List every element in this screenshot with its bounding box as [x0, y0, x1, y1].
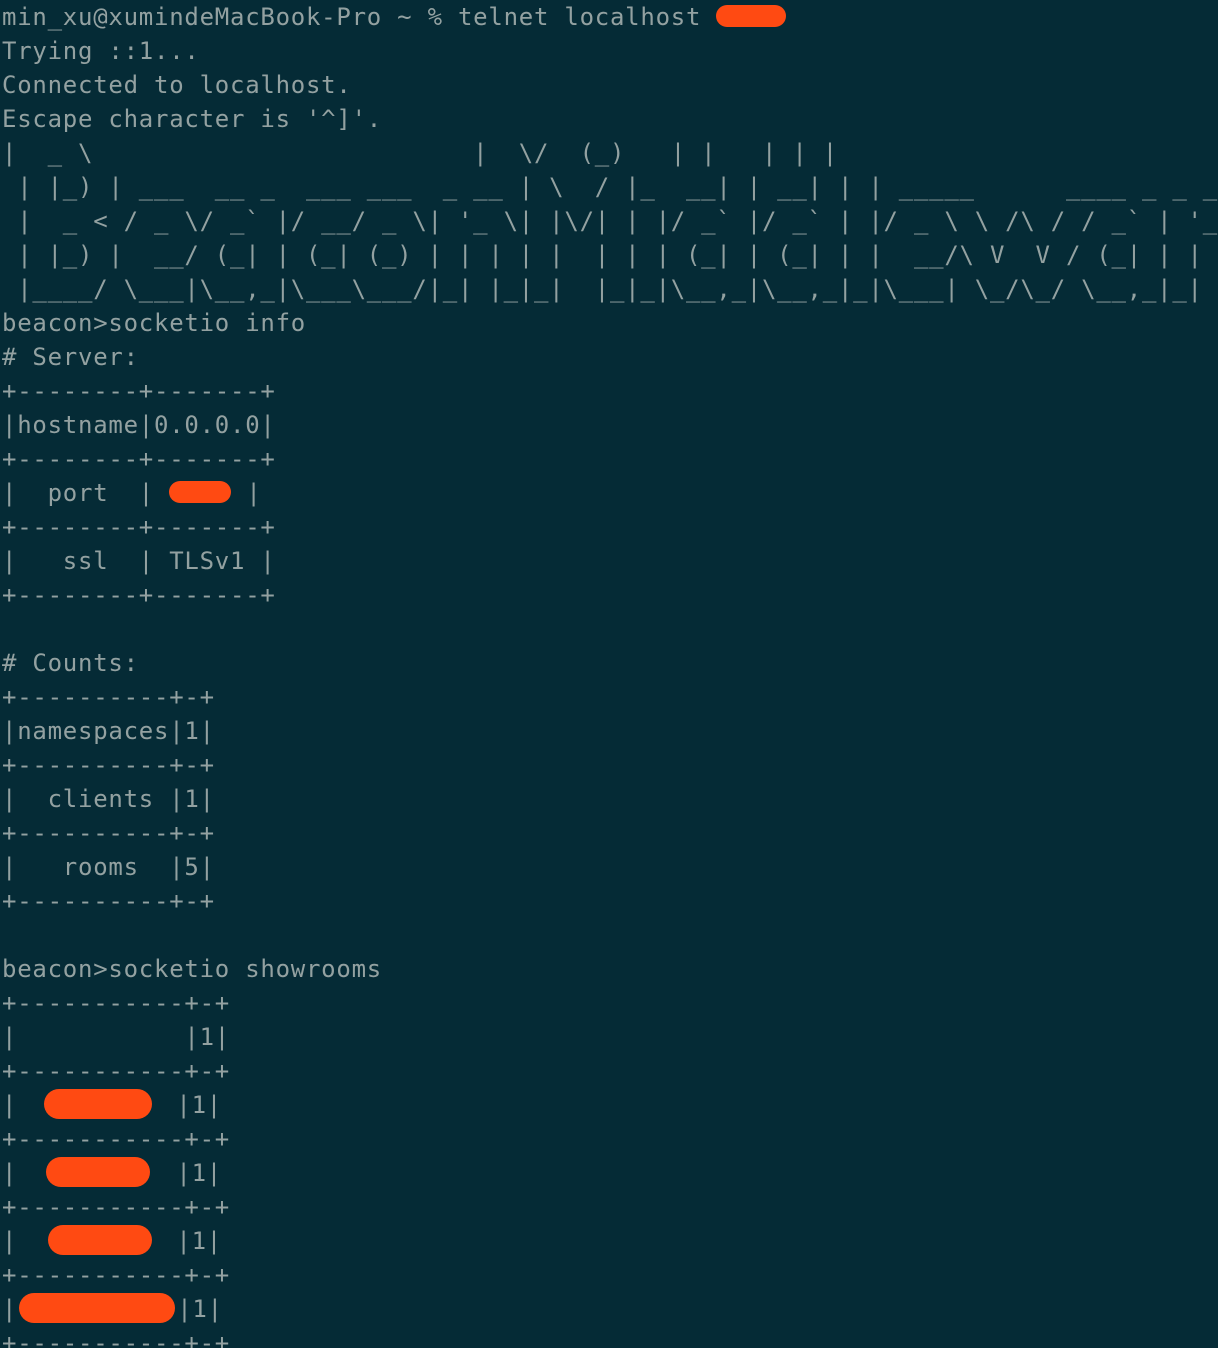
counts-row-clients: | clients |1| — [2, 785, 215, 813]
command-showrooms: beacon>socketio showrooms — [2, 955, 382, 983]
prompt-text: min_xu@xumindeMacBook-Pro ~ % telnet loc… — [2, 3, 717, 31]
redacted-room-name — [19, 1293, 176, 1323]
counts-heading: # Counts: — [2, 649, 139, 677]
rooms-row: | |1| — [2, 1292, 1218, 1326]
rooms-table-border: +-----------+-+ — [2, 1057, 230, 1085]
redacted-room-name — [48, 1225, 153, 1255]
rooms-row: | |1| — [2, 1224, 1218, 1258]
rooms-row-count: |1| — [176, 1159, 223, 1187]
rooms-table-border: +-----------+-+ — [2, 989, 230, 1017]
server-table-border: +--------+-------+ — [2, 581, 276, 609]
counts-table-border: +----------+-+ — [2, 887, 215, 915]
server-row-ssl: | ssl | TLSv1 | — [2, 547, 276, 575]
rooms-row: | |1| — [2, 1156, 1218, 1190]
server-row-port: | port | | — [2, 476, 1218, 510]
rooms-row-start: | — [2, 1159, 33, 1187]
redacted-port-value — [169, 481, 232, 503]
rooms-row-count: |1| — [176, 1091, 223, 1119]
output-connected: Connected to localhost. — [2, 71, 352, 99]
rooms-row: | |1| — [2, 1088, 1218, 1122]
prompt-line: min_xu@xumindeMacBook-Pro ~ % telnet loc… — [2, 0, 1218, 34]
server-heading: # Server: — [2, 343, 139, 371]
rooms-row-start: | — [2, 1227, 33, 1255]
rooms-row: | |1| — [2, 1023, 230, 1051]
redacted-room-name — [46, 1157, 151, 1187]
server-table-border: +--------+-------+ — [2, 445, 276, 473]
output-escape: Escape character is '^]'. — [2, 105, 382, 133]
banner-line-3: | _ < / _ \/ _` |/ __/ _ \| '_ \| |\/| |… — [2, 207, 1218, 235]
terminal-window[interactable]: min_xu@xumindeMacBook-Pro ~ % telnet loc… — [0, 0, 1218, 1348]
rooms-table-border: +-----------+-+ — [2, 1261, 230, 1289]
counts-table-border: +----------+-+ — [2, 751, 215, 779]
counts-table-border: +----------+-+ — [2, 819, 215, 847]
output-trying: Trying ::1... — [2, 37, 200, 65]
server-row-hostname: |hostname|0.0.0.0| — [2, 411, 276, 439]
rooms-table-border: +-----------+-+ — [2, 1329, 230, 1348]
rooms-row-start: | — [2, 1295, 18, 1323]
rooms-table-border: +-----------+-+ — [2, 1125, 230, 1153]
rooms-row-start: | — [2, 1091, 33, 1119]
command-info: beacon>socketio info — [2, 309, 306, 337]
banner-line-2: | |_) | ___ __ _ ___ ___ _ __ | \ / |_ _… — [2, 173, 1218, 201]
counts-table-border: +----------+-+ — [2, 683, 215, 711]
banner-line-4: | |_) | __/ (_| | (_| (_) | | | | | | | … — [2, 241, 1218, 269]
server-table-border: +--------+-------+ — [2, 377, 276, 405]
redacted-room-name — [44, 1089, 153, 1119]
banner-line-5: |____/ \___|\__,_|\___\___/|_| |_|_| |_|… — [2, 275, 1218, 303]
rooms-table-border: +-----------+-+ — [2, 1193, 230, 1221]
banner-line-1: | _ \ | \/ (_) | | | | | — [2, 139, 838, 167]
server-row-port-label: | port | — [2, 479, 170, 507]
server-row-port-end: | — [231, 479, 262, 507]
rooms-row-count: |1| — [177, 1295, 223, 1323]
counts-row-rooms: | rooms |5| — [2, 853, 215, 881]
server-table-border: +--------+-------+ — [2, 513, 276, 541]
counts-row-namespaces: |namespaces|1| — [2, 717, 215, 745]
redacted-port — [716, 5, 787, 27]
rooms-row-count: |1| — [176, 1227, 223, 1255]
